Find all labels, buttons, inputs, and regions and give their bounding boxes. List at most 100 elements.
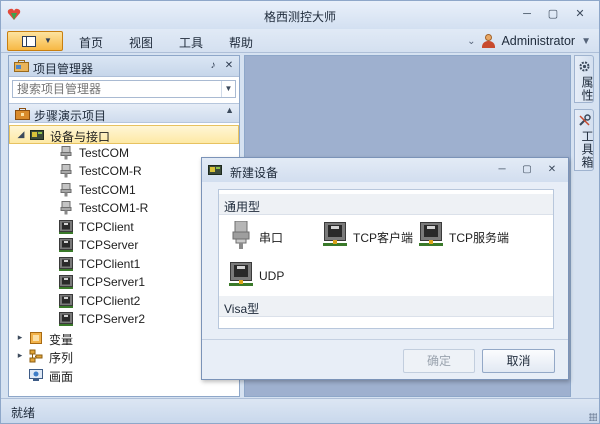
cancel-button[interactable]: 取消 bbox=[482, 349, 555, 373]
serial-port-icon bbox=[60, 201, 72, 215]
group-label: 通用型 bbox=[224, 200, 261, 214]
status-text: 就绪 bbox=[11, 406, 36, 420]
group-label: Visa型 bbox=[224, 302, 260, 316]
user-menu[interactable]: ⌄ Administrator ▼ bbox=[467, 33, 591, 49]
toolbox-tab-label: 工具箱 bbox=[580, 130, 594, 169]
tree-node-label: TestCOM bbox=[79, 145, 130, 160]
serial-port-icon bbox=[60, 182, 72, 196]
window-title: 格西测控大师 bbox=[263, 10, 336, 24]
menu-home[interactable]: 首页 bbox=[79, 34, 103, 51]
chevron-down-icon: ▼ bbox=[581, 35, 591, 47]
device-type-serial[interactable]: 串口 bbox=[229, 221, 309, 249]
device-type-tcp-client[interactable]: TCP客户端 bbox=[323, 221, 415, 249]
project-name: 步骤演示项目 bbox=[34, 109, 107, 123]
tree-node-label: TestCOM1-R bbox=[79, 201, 149, 215]
device-type-label: TCP客户端 bbox=[353, 231, 414, 245]
application-menu-icon bbox=[22, 36, 36, 47]
tree-node-label: TCPClient1 bbox=[79, 256, 141, 271]
expand-arrow-icon[interactable]: ◢ bbox=[16, 129, 26, 140]
chevron-down-icon[interactable]: ▼ bbox=[221, 81, 235, 97]
gear-icon bbox=[579, 61, 590, 72]
new-device-dialog: 新建设备 ─ ▢ ✕ 通用型 串口 TCP客户端 TCP服务端 UDP Visa… bbox=[201, 157, 569, 380]
tree-node-label: 设备与接口 bbox=[50, 130, 111, 144]
properties-tab[interactable]: 属性 bbox=[574, 55, 594, 103]
tree-node-label: TCPClient2 bbox=[79, 293, 141, 308]
project-manager-icon bbox=[14, 60, 29, 72]
resize-grip-icon[interactable] bbox=[589, 413, 597, 421]
close-icon[interactable]: ✕ bbox=[222, 59, 236, 73]
dialog-divider bbox=[202, 339, 568, 340]
user-icon bbox=[481, 34, 496, 48]
serial-port-icon bbox=[232, 221, 250, 249]
network-port-icon bbox=[419, 222, 443, 246]
toolbox-tab[interactable]: 工具箱 bbox=[574, 109, 594, 171]
network-port-icon bbox=[59, 275, 73, 289]
close-button[interactable]: ✕ bbox=[545, 163, 559, 177]
device-type-label: UDP bbox=[259, 269, 285, 283]
tree-node-label: 变量 bbox=[49, 332, 74, 347]
network-port-icon bbox=[59, 293, 73, 308]
tree-node-label: TCPServer bbox=[79, 238, 139, 252]
panel-header: 项目管理器 ♪ ✕ bbox=[9, 56, 239, 77]
device-group-icon bbox=[208, 165, 222, 175]
screen-icon bbox=[29, 368, 43, 381]
user-name: Administrator bbox=[501, 34, 576, 48]
application-menu-button[interactable]: ▼ bbox=[7, 31, 63, 51]
menu-bar: ▼ 首页 视图 工具 帮助 ⌄ Administrator ▼ bbox=[1, 29, 599, 53]
network-port-icon bbox=[59, 256, 73, 271]
side-panel-strip: 属性 工具箱 bbox=[573, 55, 595, 397]
maximize-button[interactable]: ▢ bbox=[544, 7, 562, 22]
dialog-title: 新建设备 bbox=[230, 166, 279, 180]
search-input[interactable] bbox=[13, 81, 218, 97]
tree-node-label: TCPServer2 bbox=[79, 312, 146, 326]
dialog-title-bar[interactable]: 新建设备 ─ ▢ ✕ bbox=[202, 158, 568, 182]
tools-icon bbox=[579, 114, 591, 126]
tree-node-label: 画面 bbox=[49, 369, 74, 384]
device-type-label: 串口 bbox=[259, 231, 284, 245]
tree-node-label: TCPClient bbox=[79, 219, 134, 234]
serial-port-icon bbox=[60, 145, 72, 159]
network-port-icon bbox=[323, 222, 347, 246]
tree-node-label: TestCOM1 bbox=[79, 182, 136, 197]
pin-icon[interactable]: ♪ bbox=[206, 59, 220, 73]
title-bar: 格西测控大师 ─ ▢ ✕ bbox=[1, 1, 599, 29]
tree-node-label: TCPServer1 bbox=[79, 275, 146, 289]
serial-port-icon bbox=[60, 164, 72, 178]
panel-title: 项目管理器 bbox=[33, 62, 94, 76]
project-header[interactable]: 步骤演示项目 ▲ bbox=[9, 103, 239, 123]
expand-arrow-icon[interactable]: ▸ bbox=[15, 350, 25, 361]
ok-button[interactable]: 确定 bbox=[403, 349, 475, 373]
group-visa: Visa型 bbox=[219, 296, 553, 317]
network-port-icon bbox=[59, 312, 73, 326]
tree-node-label: TestCOM-R bbox=[79, 164, 142, 178]
chevron-down-icon: ▼ bbox=[44, 36, 52, 45]
status-bar: 就绪 bbox=[1, 398, 599, 423]
menu-help[interactable]: 帮助 bbox=[229, 34, 253, 51]
maximize-button[interactable]: ▢ bbox=[520, 163, 534, 177]
properties-tab-label: 属性 bbox=[580, 76, 594, 102]
device-type-list: 通用型 串口 TCP客户端 TCP服务端 UDP Visa型 bbox=[218, 189, 554, 329]
expand-arrow-icon[interactable]: ▸ bbox=[15, 332, 25, 343]
network-port-icon bbox=[59, 219, 73, 234]
network-port-icon bbox=[229, 262, 253, 286]
project-icon bbox=[15, 108, 30, 120]
minimize-button[interactable]: ─ bbox=[495, 163, 509, 177]
device-type-tcp-server[interactable]: TCP服务端 bbox=[419, 221, 511, 249]
sequence-icon bbox=[29, 349, 43, 363]
menu-tools[interactable]: 工具 bbox=[179, 34, 203, 51]
device-type-label: TCP服务端 bbox=[449, 231, 510, 245]
network-port-icon bbox=[59, 238, 73, 252]
search-box[interactable]: ▼ bbox=[12, 80, 236, 98]
group-general: 通用型 bbox=[219, 194, 553, 215]
variable-icon bbox=[30, 331, 42, 344]
minimize-button[interactable]: ─ bbox=[518, 7, 536, 22]
close-button[interactable]: ✕ bbox=[571, 7, 589, 22]
tree-node-devices[interactable]: ◢ 设备与接口 bbox=[9, 125, 239, 144]
device-group-icon bbox=[30, 130, 44, 140]
tree-node-label: 序列 bbox=[49, 351, 74, 365]
chevron-up-icon[interactable]: ▲ bbox=[225, 105, 234, 115]
device-type-udp[interactable]: UDP bbox=[229, 261, 309, 289]
app-window: 格西测控大师 ─ ▢ ✕ ▼ 首页 视图 工具 帮助 ⌄ Administrat… bbox=[0, 0, 600, 424]
menu-view[interactable]: 视图 bbox=[129, 34, 153, 51]
chevron-down-icon: ⌄ bbox=[467, 35, 476, 47]
